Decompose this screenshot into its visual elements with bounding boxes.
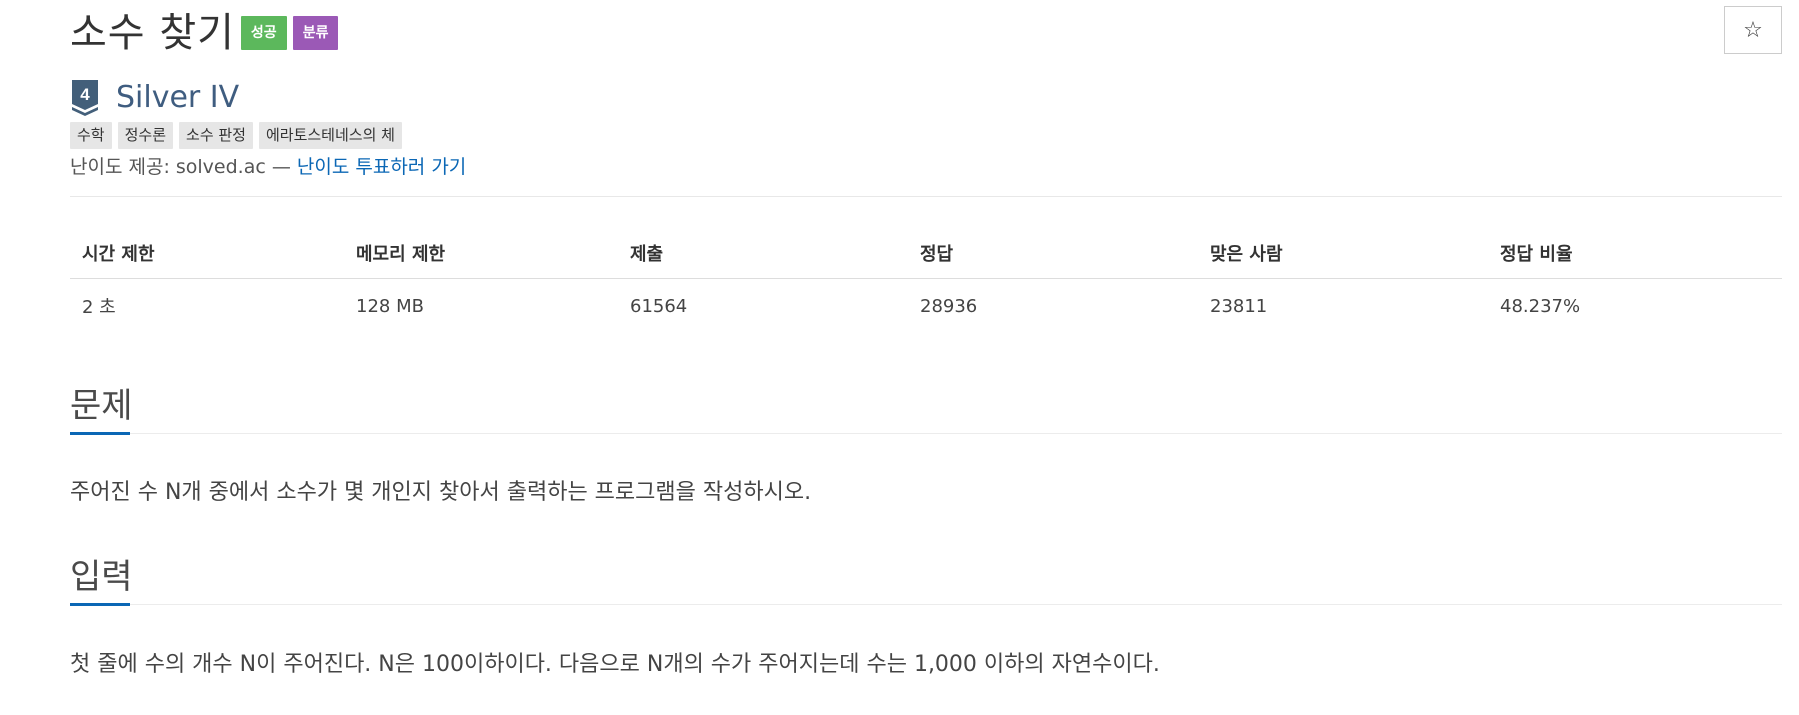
header-memory-limit: 메모리 제한 (356, 244, 446, 265)
value-solved-users[interactable]: 23811 (1198, 279, 1488, 333)
tag-math[interactable]: 수학 (70, 122, 112, 149)
value-accept-ratio: 48.237% (1500, 295, 1581, 317)
problem-section-header: 문제 (70, 374, 1782, 435)
header-accept-ratio: 정답 비율 (1500, 244, 1573, 265)
section-divider (70, 433, 1782, 434)
header-solved-users: 맞은 사람 (1210, 244, 1283, 265)
solved-badge[interactable]: 성공 (240, 16, 287, 50)
section-accent-bar (70, 432, 130, 435)
tier-rank-icon: 4 (72, 80, 98, 116)
provider-text: 난이도 제공: solved.ac — (70, 156, 297, 178)
value-memory-limit: 128 MB (356, 295, 424, 317)
value-submissions[interactable]: 61564 (618, 279, 908, 333)
tag-number-theory[interactable]: 정수론 (117, 122, 174, 149)
section-divider (70, 604, 1782, 605)
difficulty-provider: 난이도 제공: solved.ac — 난이도 투표하러 가기 (70, 154, 466, 180)
input-description: 첫 줄에 수의 개수 N이 주어진다. N은 100이하이다. 다음으로 N개의… (70, 652, 1160, 677)
tier-level-number: 4 (80, 85, 90, 104)
header-submissions: 제출 (630, 244, 664, 265)
star-icon: ☆ (1743, 17, 1763, 43)
section-accent-bar (70, 603, 130, 606)
tag-primality-test[interactable]: 소수 판정 (179, 122, 253, 149)
section-title-problem: 문제 (70, 386, 133, 426)
table-row: 2 초 128 MB 61564 28936 23811 48.237% (70, 279, 1782, 333)
tag-sieve-of-eratosthenes[interactable]: 에라토스테네스의 체 (258, 122, 402, 149)
algorithm-tags: 수학 정수론 소수 판정 에라토스테네스의 체 (70, 122, 408, 149)
value-accepted[interactable]: 28936 (908, 279, 1198, 333)
problem-info-table: 시간 제한 메모리 제한 제출 정답 맞은 사람 정답 비율 2 초 128 M… (70, 228, 1782, 333)
value-time-limit: 2 초 (82, 297, 116, 318)
vote-difficulty-link[interactable]: 난이도 투표하러 가기 (297, 156, 466, 178)
header-accepted: 정답 (920, 244, 954, 265)
problem-description: 주어진 수 N개 중에서 소수가 몇 개인지 찾아서 출력하는 프로그램을 작성… (70, 480, 812, 505)
table-header-row: 시간 제한 메모리 제한 제출 정답 맞은 사람 정답 비율 (70, 228, 1782, 279)
tier-row: 4 Silver IV (70, 78, 239, 118)
favorite-button[interactable]: ☆ (1724, 6, 1782, 54)
input-section-header: 입력 (70, 545, 1782, 606)
header-time-limit: 시간 제한 (82, 244, 155, 265)
category-badge[interactable]: 분류 (292, 16, 339, 50)
problem-title: 소수 찾기 (70, 10, 235, 56)
tier-name[interactable]: Silver IV (116, 80, 239, 116)
section-title-input: 입력 (70, 557, 133, 597)
title-row: 소수 찾기 성공 분류 (70, 6, 339, 60)
divider (70, 196, 1782, 197)
